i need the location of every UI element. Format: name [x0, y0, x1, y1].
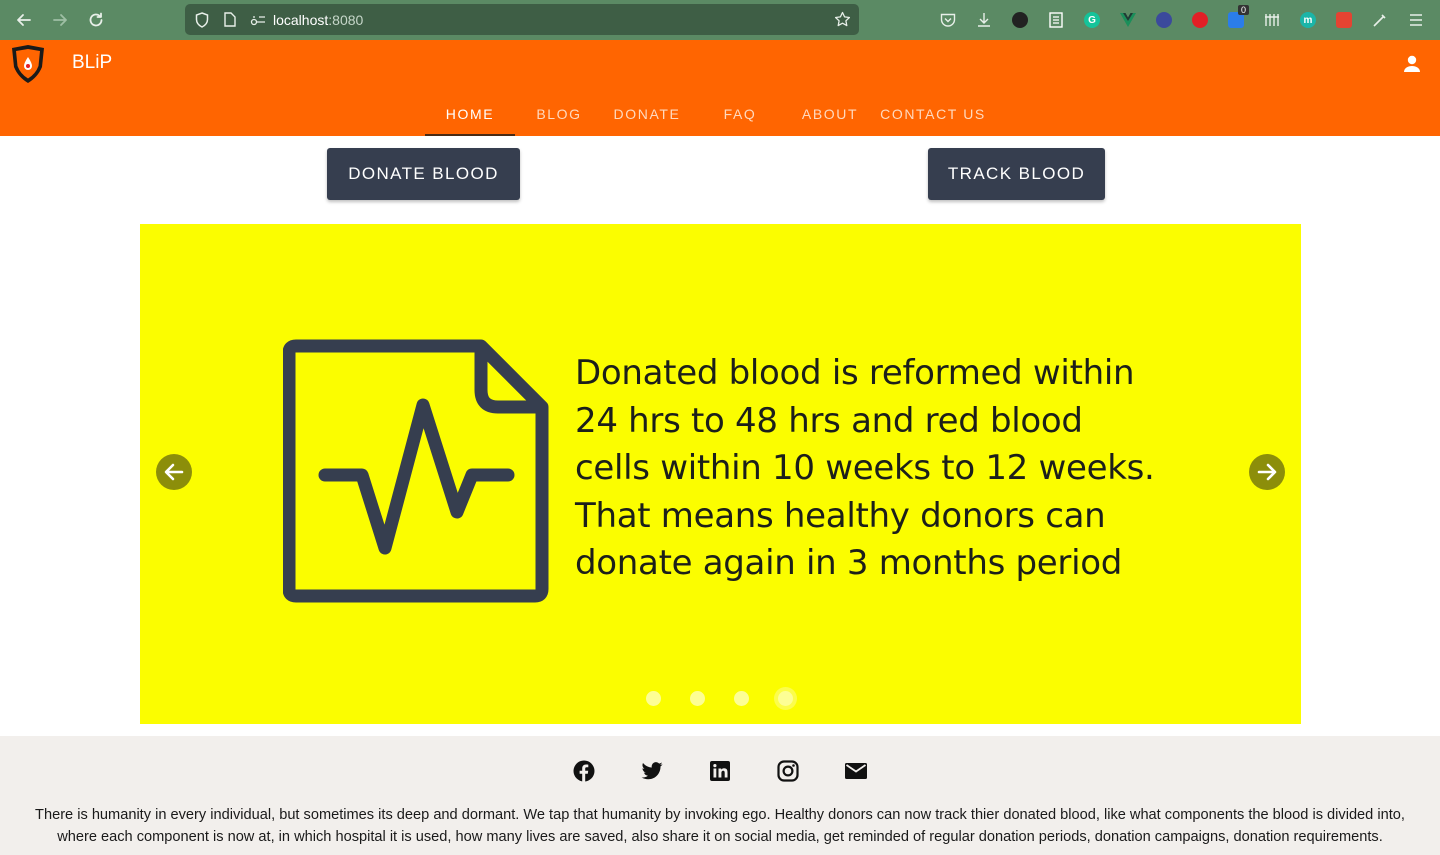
url-host: localhost [273, 11, 329, 28]
download-icon[interactable] [966, 2, 1002, 38]
app-header: BLiP HOME BLOG DONATE FAQ ABOUT CONTACT … [0, 40, 1440, 136]
blip-logo-icon[interactable] [8, 43, 48, 85]
carousel-prev-arrow-icon[interactable] [156, 454, 192, 490]
slide-text-line: Donated blood is reformed within [575, 353, 1135, 393]
carousel-next-arrow-icon[interactable] [1249, 454, 1285, 490]
back-icon[interactable] [6, 2, 42, 38]
notes-icon[interactable] [1038, 2, 1074, 38]
linkedin-icon[interactable] [708, 759, 732, 783]
vue-devtools-icon[interactable] [1110, 2, 1146, 38]
menu-item-faq[interactable]: FAQ [691, 92, 789, 136]
carousel-dot[interactable] [646, 691, 661, 706]
bookmark-star-icon[interactable] [831, 8, 853, 30]
shield-icon[interactable] [191, 9, 213, 31]
menu-item-contact-us[interactable]: CONTACT US [871, 92, 995, 136]
twitter-icon[interactable] [640, 759, 664, 783]
forward-icon[interactable] [42, 2, 78, 38]
grammarly-icon[interactable]: G [1074, 2, 1110, 38]
adblock-icon[interactable] [1182, 2, 1218, 38]
footer-description: There is humanity in every individual, b… [35, 807, 1405, 845]
donate-blood-button[interactable]: DONATE BLOOD [327, 148, 520, 200]
social-links [572, 759, 912, 783]
footer: There is humanity in every individual, b… [0, 736, 1440, 855]
browser-toolbar: localhost:8080 G 0 m [0, 0, 1440, 40]
facebook-icon[interactable] [572, 759, 596, 783]
slide-text-line: That means healthy donors can [575, 495, 1106, 536]
url-port: :8080 [328, 11, 364, 28]
menu-item-home[interactable]: HOME [425, 92, 515, 136]
url-text: localhost:8080 [273, 12, 363, 28]
reload-icon[interactable] [78, 2, 114, 38]
extension-badge: 0 [1237, 5, 1249, 15]
pocket-icon[interactable] [930, 2, 966, 38]
menu-item-donate[interactable]: DONATE [603, 92, 691, 136]
brand-name[interactable]: BLiP [72, 52, 112, 74]
columns-icon[interactable] [1254, 2, 1290, 38]
carousel-dot-active[interactable] [778, 691, 793, 706]
pen-tool-icon[interactable] [1362, 2, 1398, 38]
menu-item-blog[interactable]: BLOG [515, 92, 603, 136]
instagram-icon[interactable] [776, 759, 800, 783]
carousel-indicators [646, 691, 822, 706]
badge-extension-icon[interactable]: 0 [1218, 2, 1254, 38]
hamburger-menu-icon[interactable] [1398, 2, 1434, 38]
url-bar[interactable]: localhost:8080 [185, 4, 859, 35]
slide-text-line: 24 hrs to 48 hrs and red blood [575, 400, 1083, 441]
main-menu: HOME BLOG DONATE FAQ ABOUT CONTACT US [425, 92, 995, 136]
track-blood-button[interactable]: TRACK BLOOD [928, 148, 1105, 200]
connection-icon[interactable] [247, 9, 269, 31]
email-icon[interactable] [844, 759, 868, 783]
menu-item-about[interactable]: ABOUT [789, 92, 871, 136]
slide-text: Donated blood is reformed within 24 hrs … [575, 350, 1175, 588]
extensions-toolbar: G 0 m [930, 0, 1434, 40]
slide-text-line: cells within 10 weeks to 12 weeks. [575, 448, 1155, 488]
todoist-icon[interactable] [1326, 2, 1362, 38]
privacy-icon[interactable] [1146, 2, 1182, 38]
extension-avatar-icon[interactable] [1002, 2, 1038, 38]
info-carousel: Donated blood is reformed within 24 hrs … [140, 224, 1301, 724]
carousel-dot[interactable] [734, 691, 749, 706]
m-extension-icon[interactable]: m [1290, 2, 1326, 38]
page-icon [219, 9, 241, 31]
user-account-icon[interactable] [1402, 54, 1422, 74]
carousel-dot[interactable] [690, 691, 705, 706]
medical-report-icon [282, 338, 549, 604]
slide-text-line: donate again in 3 months period [575, 543, 1123, 583]
